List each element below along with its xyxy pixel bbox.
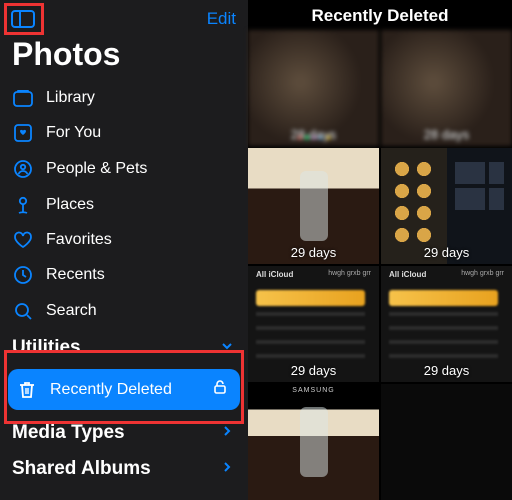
sidebar-item-for-you[interactable]: For You xyxy=(0,115,248,151)
app-title: Photos xyxy=(0,36,248,81)
section-label: Media Types xyxy=(12,422,125,444)
sidebar-item-people-pets[interactable]: People & Pets xyxy=(0,151,248,187)
sidebar-item-label: Library xyxy=(46,89,95,107)
clock-icon xyxy=(12,265,34,285)
sidebar-item-favorites[interactable]: Favorites xyxy=(0,223,248,257)
grid-item[interactable]: 28 days xyxy=(248,30,379,146)
grid-item[interactable]: 29 days xyxy=(248,148,379,264)
sidebar-item-recently-deleted[interactable]: Recently Deleted xyxy=(8,369,240,410)
main-content: Recently Deleted 28 days 28 days 29 days… xyxy=(248,0,512,500)
sidebar-item-search[interactable]: Search xyxy=(0,293,248,329)
sidebar-topbar: Edit xyxy=(0,6,248,36)
sidebar: Edit Photos Library For You People & Pet… xyxy=(0,0,248,500)
sidebar-item-label: Recents xyxy=(46,266,105,284)
library-icon xyxy=(12,89,34,107)
sidebar-item-library[interactable]: Library xyxy=(0,81,248,115)
grid-item[interactable]: hwgh grxb grr 29 days xyxy=(381,266,512,382)
chevron-right-icon xyxy=(218,422,236,444)
brand-label: SAMSUNG xyxy=(292,387,334,394)
days-remaining: 29 days xyxy=(424,363,470,378)
sidebar-item-label: Places xyxy=(46,196,94,214)
sidebar-item-label: People & Pets xyxy=(46,160,147,178)
days-remaining: 29 days xyxy=(291,245,337,260)
grid-item[interactable]: 28 days xyxy=(381,30,512,146)
grid-item[interactable]: 29 days xyxy=(381,148,512,264)
section-shared-albums[interactable]: Shared Albums xyxy=(0,450,248,486)
section-label: Shared Albums xyxy=(12,458,151,480)
section-media-types[interactable]: Media Types xyxy=(0,414,248,450)
section-utilities[interactable]: Utilities xyxy=(0,329,248,365)
grid-subtitle: hwgh grxb grr xyxy=(461,270,504,277)
unlock-icon xyxy=(212,379,228,400)
sidebar-item-label: Recently Deleted xyxy=(50,381,172,399)
photo-grid: 28 days 28 days 29 days 29 days hwgh grx… xyxy=(248,30,512,500)
grid-item[interactable] xyxy=(381,384,512,500)
edit-button[interactable]: Edit xyxy=(207,9,236,29)
days-remaining: 28 days xyxy=(424,127,470,142)
heart-icon xyxy=(12,231,34,249)
days-remaining: 28 days xyxy=(291,127,337,142)
grid-item[interactable]: SAMSUNG xyxy=(248,384,379,500)
chevron-right-icon xyxy=(218,458,236,480)
sidebar-item-label: Favorites xyxy=(46,231,112,249)
for-you-icon xyxy=(12,123,34,143)
sidebar-item-places[interactable]: Places xyxy=(0,187,248,223)
sidebar-item-recents[interactable]: Recents xyxy=(0,257,248,293)
places-icon xyxy=(12,195,34,215)
section-label: Utilities xyxy=(12,337,81,359)
sidebar-item-label: For You xyxy=(46,124,101,142)
trash-icon xyxy=(16,380,38,400)
grid-item[interactable]: hwgh grxb grr 29 days xyxy=(248,266,379,382)
sidebar-item-label: Search xyxy=(46,302,97,320)
people-icon xyxy=(12,159,34,179)
grid-subtitle: hwgh grxb grr xyxy=(328,270,371,277)
toggle-sidebar-button[interactable] xyxy=(8,6,38,32)
days-remaining: 29 days xyxy=(291,363,337,378)
chevron-down-icon xyxy=(218,337,236,359)
search-icon xyxy=(12,301,34,321)
days-remaining: 29 days xyxy=(424,245,470,260)
page-title: Recently Deleted xyxy=(248,0,512,30)
